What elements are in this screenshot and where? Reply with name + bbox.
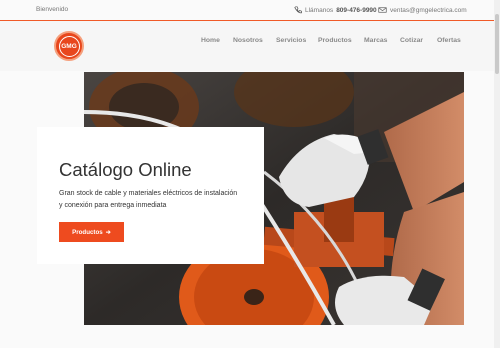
arrow-right-icon: ➔: [105, 228, 111, 236]
top-bar: Bienvenido Llámanos 809-476-9990 ventas@…: [0, 0, 500, 21]
phone-number: 809-476-9990: [336, 6, 377, 14]
productos-button[interactable]: Productos ➔: [59, 222, 124, 242]
scrollbar-thumb[interactable]: [495, 14, 499, 74]
phone-contact[interactable]: Llámanos 809-476-9990: [294, 6, 377, 14]
email-address: ventas@gmgelectrica.com: [390, 6, 467, 14]
nav-item-productos[interactable]: Productos: [318, 37, 352, 44]
site-logo[interactable]: GMG: [54, 31, 84, 61]
nav-item-nosotros[interactable]: Nosotros: [233, 37, 263, 44]
nav-item-home[interactable]: Home: [201, 37, 220, 44]
nav-item-ofertas[interactable]: Ofertas: [437, 37, 461, 44]
hero-description: Gran stock de cable y materiales eléctri…: [59, 190, 238, 209]
productos-button-label: Productos: [72, 228, 103, 236]
email-contact[interactable]: ventas@gmgelectrica.com: [378, 6, 467, 14]
hero-card: Catálogo Online Gran stock de cable y ma…: [37, 127, 264, 264]
page-scrollbar[interactable]: [494, 0, 500, 348]
mail-icon: [378, 7, 387, 13]
logo-text: GMG: [58, 35, 80, 57]
site-header: GMG Home Nosotros Servicios Productos Ma…: [0, 21, 500, 71]
nav-item-cotizar[interactable]: Cotizar: [400, 37, 423, 44]
nav-item-marcas[interactable]: Marcas: [364, 37, 387, 44]
hero-title: Catálogo Online: [59, 159, 192, 180]
nav-item-servicios[interactable]: Servicios: [276, 37, 306, 44]
welcome-text: Bienvenido: [36, 6, 69, 13]
phone-prefix: Llámanos: [305, 6, 334, 14]
phone-icon: [294, 6, 302, 14]
